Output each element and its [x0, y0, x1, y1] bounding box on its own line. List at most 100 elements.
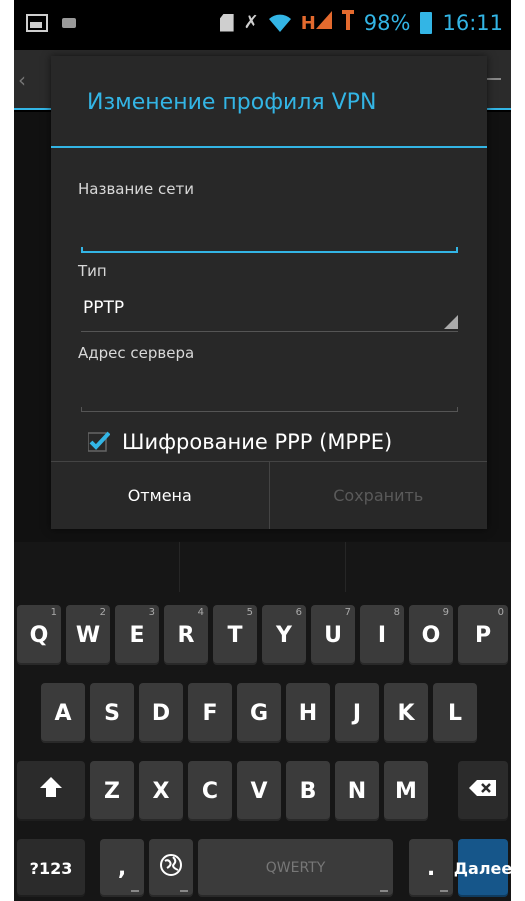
key-f[interactable]: F: [188, 683, 232, 743]
suggestion-strip: [14, 542, 511, 592]
network-name-label: Название сети: [78, 180, 194, 198]
key-label: E: [129, 622, 145, 648]
dialog-button-bar: Отмена Сохранить: [51, 461, 487, 529]
clock: 16:11: [442, 10, 503, 35]
server-address-label: Адрес сервера: [78, 344, 195, 362]
key-d[interactable]: D: [139, 683, 183, 743]
key-label: U: [324, 622, 342, 648]
backspace-key[interactable]: [458, 761, 508, 821]
period-key[interactable]: .: [409, 839, 453, 897]
key-j[interactable]: J: [335, 683, 379, 743]
picture-icon: [26, 14, 48, 32]
comma-key[interactable]: ,: [100, 839, 144, 897]
mute-icon: ✗: [243, 12, 259, 33]
type-value: PPTP: [83, 298, 125, 318]
key-g[interactable]: G: [237, 683, 281, 743]
suggestion-slot[interactable]: [180, 542, 346, 592]
long-press-indicator: [380, 890, 388, 892]
key-hint: 9: [442, 607, 449, 618]
background-divider: [487, 78, 501, 80]
key-p[interactable]: 0P: [458, 605, 508, 665]
mppe-encryption-row[interactable]: Шифрование PPP (MPPE): [87, 420, 392, 464]
key-s[interactable]: S: [90, 683, 134, 743]
comma-label: ,: [117, 855, 127, 881]
mppe-checkbox[interactable]: [87, 431, 111, 453]
shift-key[interactable]: [17, 761, 85, 821]
server-address-underline: [81, 407, 458, 412]
key-a[interactable]: A: [41, 683, 85, 743]
shift-icon: [38, 775, 64, 807]
key-hint: 6: [295, 607, 302, 618]
key-label: O: [421, 622, 441, 648]
key-b[interactable]: B: [286, 761, 330, 821]
battery-percent: 98%: [363, 10, 411, 35]
key-h[interactable]: H: [286, 683, 330, 743]
key-x[interactable]: X: [139, 761, 183, 821]
sd-card-icon: [219, 13, 234, 32]
key-label: W: [75, 622, 101, 648]
spinner-arrow-icon: [444, 315, 458, 329]
roaming-signal-icon: [341, 10, 354, 35]
key-label: Y: [276, 622, 292, 648]
back-chevron-icon: ‹: [18, 68, 26, 92]
soft-keyboard: 1Q 2W 3E 4R 5T 6Y 7U 8I 9O 0P A S D F G …: [14, 542, 511, 901]
phone-screen: ✗ H 98% 16:11 ‹ Изменение профиля VPN На…: [14, 0, 511, 901]
key-hint: 1: [50, 607, 57, 618]
key-hint: 7: [344, 607, 351, 618]
long-press-indicator: [440, 890, 448, 892]
globe-icon: [159, 853, 183, 883]
key-i[interactable]: 8I: [360, 605, 404, 665]
key-z[interactable]: Z: [90, 761, 134, 821]
key-c[interactable]: C: [188, 761, 232, 821]
key-t[interactable]: 5T: [213, 605, 257, 665]
network-name-input[interactable]: [81, 216, 458, 252]
space-key[interactable]: QWERTY: [198, 839, 393, 897]
key-q[interactable]: 1Q: [17, 605, 61, 665]
key-hint: 3: [148, 607, 155, 618]
key-o[interactable]: 9O: [409, 605, 453, 665]
key-y[interactable]: 6Y: [262, 605, 306, 665]
key-k[interactable]: K: [384, 683, 428, 743]
period-label: .: [426, 855, 436, 881]
key-m[interactable]: M: [384, 761, 428, 821]
key-label: Q: [29, 622, 49, 648]
usb-icon: [62, 18, 76, 28]
key-label: I: [377, 622, 387, 648]
battery-icon: [420, 11, 433, 34]
long-press-indicator: [180, 890, 188, 892]
language-key[interactable]: [149, 839, 193, 897]
key-hint: 0: [497, 607, 504, 618]
key-l[interactable]: L: [433, 683, 477, 743]
next-key[interactable]: Далее: [454, 839, 511, 897]
type-spinner[interactable]: PPTP: [81, 292, 458, 332]
server-address-input[interactable]: [81, 378, 458, 414]
key-n[interactable]: N: [335, 761, 379, 821]
key-hint: 4: [197, 607, 204, 618]
network-name-underline: [81, 247, 458, 253]
dialog-title-divider: [51, 146, 487, 148]
key-e[interactable]: 3E: [115, 605, 159, 665]
key-label: T: [227, 622, 243, 648]
key-label: R: [177, 622, 195, 648]
key-v[interactable]: V: [237, 761, 281, 821]
suggestion-slot[interactable]: [346, 542, 511, 592]
cancel-button[interactable]: Отмена: [51, 462, 270, 529]
key-hint: 2: [99, 607, 106, 618]
key-hint: 8: [393, 607, 400, 618]
key-label: P: [474, 622, 492, 648]
ht-signal-icon: H: [301, 11, 332, 34]
status-bar: ✗ H 98% 16:11: [14, 0, 511, 50]
space-label: QWERTY: [265, 860, 326, 876]
vpn-profile-dialog: Изменение профиля VPN Название сети Тип …: [51, 56, 487, 529]
wifi-icon: [268, 13, 291, 33]
key-hint: 5: [246, 607, 253, 618]
key-w[interactable]: 2W: [66, 605, 110, 665]
type-label: Тип: [78, 262, 107, 280]
suggestion-slot[interactable]: [14, 542, 180, 592]
save-button[interactable]: Сохранить: [270, 462, 488, 529]
symbols-key[interactable]: ?123: [17, 839, 85, 897]
backspace-icon: [468, 778, 498, 804]
network-type-label: H: [300, 13, 316, 34]
key-u[interactable]: 7U: [311, 605, 355, 665]
key-r[interactable]: 4R: [164, 605, 208, 665]
